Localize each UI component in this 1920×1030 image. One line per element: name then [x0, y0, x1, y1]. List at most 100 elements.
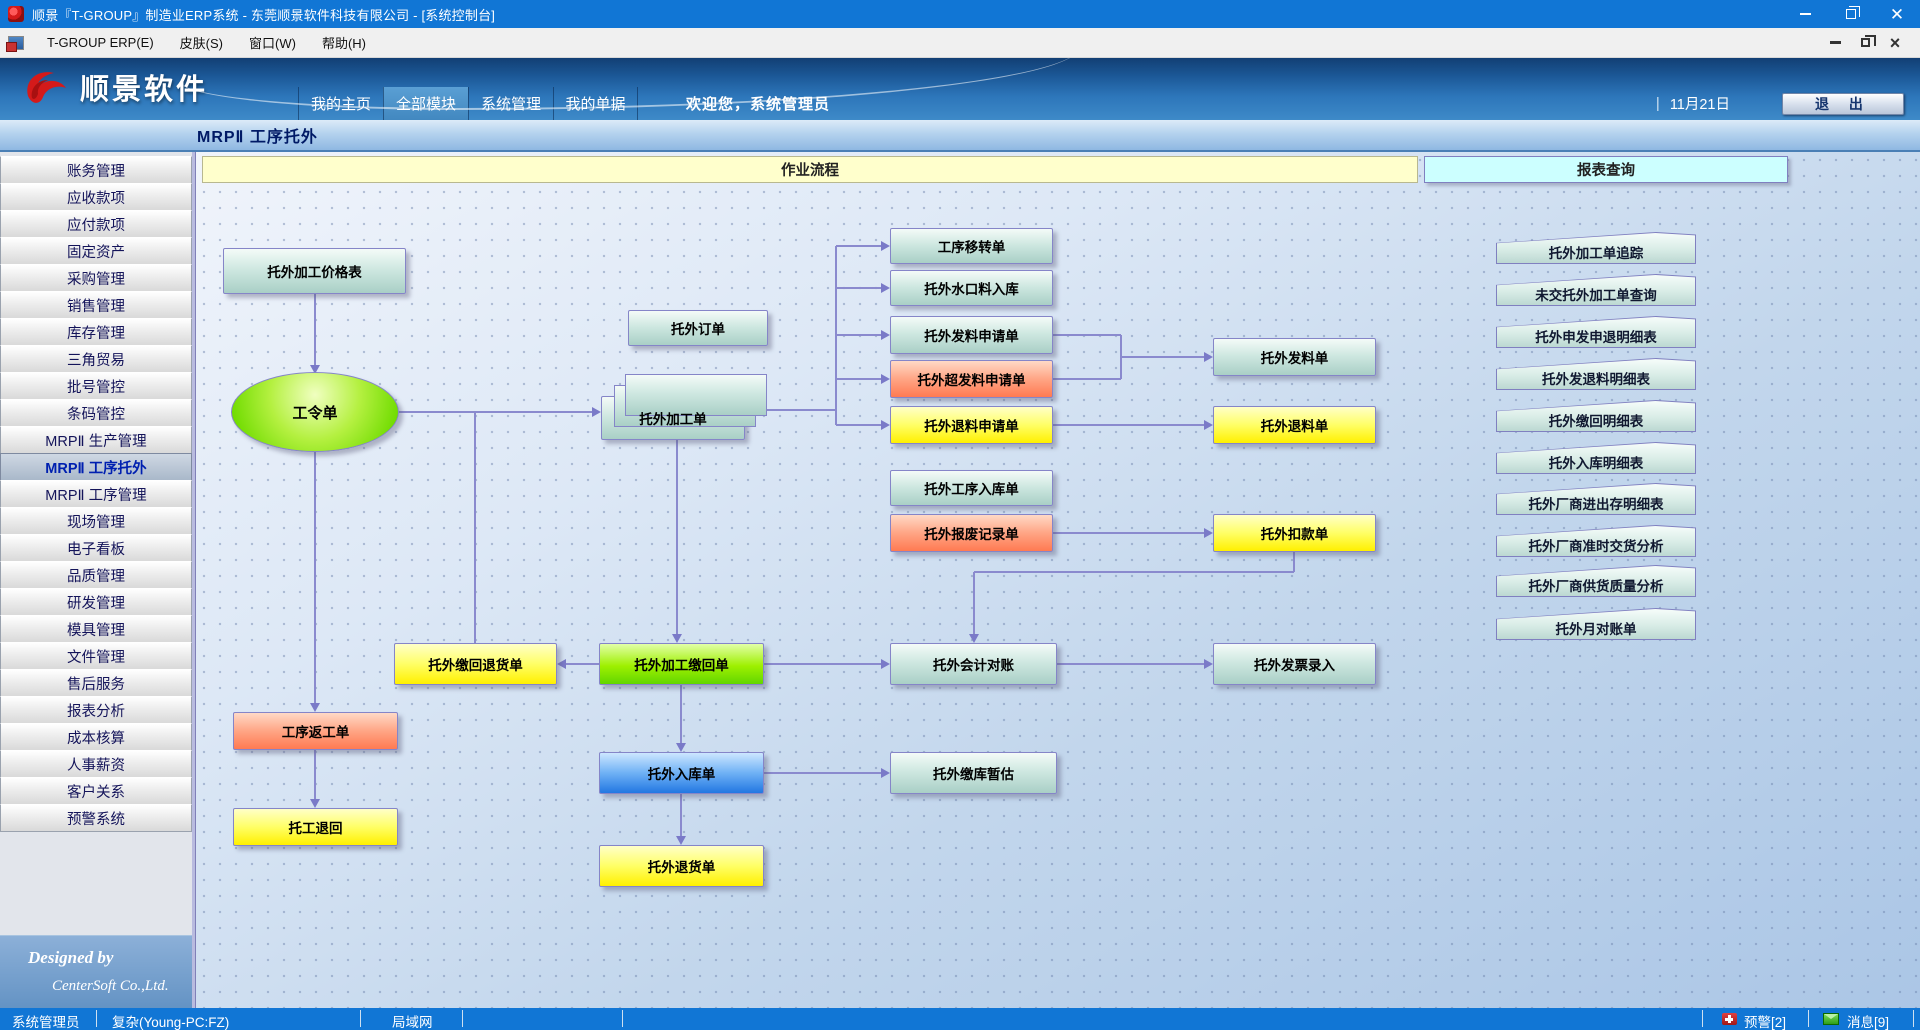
- report-button-1[interactable]: 未交托外加工单查询: [1496, 274, 1696, 306]
- flow-node-process-sheet[interactable]: 托外加工单: [601, 396, 745, 440]
- sidebar-item-10[interactable]: MRPⅡ 生产管理: [0, 426, 192, 454]
- menu-item-1[interactable]: 皮肤(S): [167, 28, 236, 57]
- sidebar-item-11[interactable]: MRPⅡ 工序托外: [0, 453, 192, 481]
- report-button-5[interactable]: 托外入库明细表: [1496, 442, 1696, 474]
- flow-node-issue-note[interactable]: 托外发料单: [1213, 338, 1376, 376]
- report-button-4[interactable]: 托外缴回明细表: [1496, 400, 1696, 432]
- flow-node-submit-note[interactable]: 托外加工缴回单: [599, 643, 764, 685]
- flow-node-price-list[interactable]: 托外加工价格表: [223, 248, 406, 294]
- flow-node-transfer-note[interactable]: 工序移转单: [890, 228, 1053, 264]
- status-messages[interactable]: 消息[9]: [1847, 1011, 1889, 1030]
- sidebar-item-7[interactable]: 三角贸易: [0, 345, 192, 373]
- flow-node-rework-note[interactable]: 工序返工单: [233, 712, 398, 750]
- sidebar-item-21[interactable]: 成本核算: [0, 723, 192, 751]
- header-separator: |: [1656, 95, 1660, 112]
- sidebar-item-13[interactable]: 现场管理: [0, 507, 192, 535]
- window-controls: ✕: [1782, 0, 1920, 28]
- flow-node-invoice-entry[interactable]: 托外发票录入: [1213, 643, 1376, 685]
- flow-connector: [974, 571, 1294, 573]
- sidebar-item-24[interactable]: 预警系统: [0, 804, 192, 832]
- flow-node-over-issue-request[interactable]: 托外超发料申请单: [890, 360, 1053, 398]
- report-button-label: 托外发退料明细表: [1497, 359, 1695, 389]
- flow-connector: [314, 452, 316, 704]
- sidebar-item-4[interactable]: 采购管理: [0, 264, 192, 292]
- sidebar-item-9[interactable]: 条码管控: [0, 399, 192, 427]
- close-button[interactable]: ✕: [1874, 0, 1920, 28]
- flow-node-submit-return-goods[interactable]: 托外缴回退货单: [394, 643, 557, 685]
- report-button-0[interactable]: 托外加工单追踪: [1496, 232, 1696, 264]
- flow-node-accounting-recon[interactable]: 托外会计对账: [890, 643, 1057, 685]
- flow-node-outwork-return[interactable]: 托工退回: [233, 808, 398, 846]
- status-alerts[interactable]: 预警[2]: [1744, 1011, 1786, 1030]
- report-button-9[interactable]: 托外月对账单: [1496, 608, 1696, 640]
- menu-item-2[interactable]: 窗口(W): [236, 28, 309, 57]
- report-button-2[interactable]: 托外申发申退明细表: [1496, 316, 1696, 348]
- flow-connector: [1121, 356, 1204, 358]
- mdi-close-icon: ×: [1890, 34, 1901, 52]
- sidebar-item-3[interactable]: 固定资产: [0, 237, 192, 265]
- welcome-text: 欢迎您，系统管理员: [686, 87, 830, 120]
- sidebar-item-19[interactable]: 售后服务: [0, 669, 192, 697]
- flow-node-sprue-in[interactable]: 托外水口料入库: [890, 270, 1053, 306]
- report-button-7[interactable]: 托外厂商准时交货分析: [1496, 525, 1696, 557]
- mdi-restore-icon: [1861, 38, 1870, 47]
- mdi-restore-button[interactable]: [1850, 28, 1880, 57]
- sidebar-item-8[interactable]: 批号管控: [0, 372, 192, 400]
- sidebar-item-6[interactable]: 库存管理: [0, 318, 192, 346]
- flow-arrow-right: [592, 407, 601, 417]
- sidebar-item-18[interactable]: 文件管理: [0, 642, 192, 670]
- flow-node-goods-return-note[interactable]: 托外退货单: [599, 845, 764, 887]
- flow-node-scrap-record[interactable]: 托外报废记录单: [890, 514, 1053, 552]
- flow-node-accrual[interactable]: 托外缴库暂估: [890, 752, 1057, 794]
- status-separator: [622, 1010, 623, 1027]
- sidebar-item-15[interactable]: 品质管理: [0, 561, 192, 589]
- flow-arrow-right: [881, 283, 890, 293]
- sidebar-item-12[interactable]: MRPⅡ 工序管理: [0, 480, 192, 508]
- sidebar-item-2[interactable]: 应付款项: [0, 210, 192, 238]
- flow-node-return-request[interactable]: 托外退料申请单: [890, 406, 1053, 444]
- close-icon: ✕: [1890, 6, 1904, 23]
- report-button-6[interactable]: 托外厂商进出存明细表: [1496, 483, 1696, 515]
- mdi-close-button[interactable]: ×: [1880, 28, 1910, 57]
- menu-item-3[interactable]: 帮助(H): [309, 28, 379, 57]
- flow-arrow-right: [881, 241, 890, 251]
- flow-connector: [399, 411, 592, 413]
- flow-node-warehouse-in-note[interactable]: 托外入库单: [599, 752, 764, 794]
- sidebar-item-1[interactable]: 应收款项: [0, 183, 192, 211]
- flow-node-issue-request[interactable]: 托外发料申请单: [890, 316, 1053, 354]
- flow-node-work-order[interactable]: 工令单: [231, 372, 399, 452]
- report-button-3[interactable]: 托外发退料明细表: [1496, 358, 1696, 390]
- flow-arrow-down: [310, 703, 320, 712]
- report-button-label: 未交托外加工单查询: [1497, 275, 1695, 305]
- sidebar-item-23[interactable]: 客户关系: [0, 777, 192, 805]
- flow-node-outsource-order[interactable]: 托外订单: [628, 310, 768, 346]
- flow-node-process-warehouse-in[interactable]: 托外工序入库单: [890, 470, 1053, 506]
- sidebar-item-14[interactable]: 电子看板: [0, 534, 192, 562]
- alert-icon[interactable]: [1722, 1013, 1737, 1025]
- nav-tab-0[interactable]: 我的主页: [298, 87, 383, 120]
- module-sidebar: 账务管理应收款项应付款项固定资产采购管理销售管理库存管理三角贸易批号管控条码管控…: [0, 152, 195, 1008]
- sidebar-item-22[interactable]: 人事薪资: [0, 750, 192, 778]
- menu-items: T-GROUP ERP(E)皮肤(S)窗口(W)帮助(H): [34, 28, 379, 57]
- sidebar-item-5[interactable]: 销售管理: [0, 291, 192, 319]
- flow-node-return-note[interactable]: 托外退料单: [1213, 406, 1376, 444]
- restore-button[interactable]: [1828, 0, 1874, 28]
- status-separator: [1913, 1010, 1914, 1027]
- message-icon[interactable]: [1823, 1013, 1839, 1025]
- flow-connector: [474, 412, 476, 643]
- flow-arrow-down: [310, 799, 320, 808]
- sidebar-item-16[interactable]: 研发管理: [0, 588, 192, 616]
- mdi-minimize-button[interactable]: [1820, 28, 1850, 57]
- menu-item-0[interactable]: T-GROUP ERP(E): [34, 28, 167, 57]
- nav-tab-1[interactable]: 全部模块: [383, 87, 468, 120]
- sidebar-item-0[interactable]: 账务管理: [0, 156, 192, 184]
- nav-tab-3[interactable]: 我的单据: [553, 87, 638, 120]
- sidebar-item-17[interactable]: 模具管理: [0, 615, 192, 643]
- exit-button[interactable]: 退 出: [1782, 93, 1904, 115]
- minimize-button[interactable]: [1782, 0, 1828, 28]
- flow-node-deduction-note[interactable]: 托外扣款单: [1213, 514, 1376, 552]
- report-button-8[interactable]: 托外厂商供货质量分析: [1496, 565, 1696, 597]
- nav-tab-2[interactable]: 系统管理: [468, 87, 553, 120]
- sidebar-item-20[interactable]: 报表分析: [0, 696, 192, 724]
- flow-connector: [314, 294, 316, 366]
